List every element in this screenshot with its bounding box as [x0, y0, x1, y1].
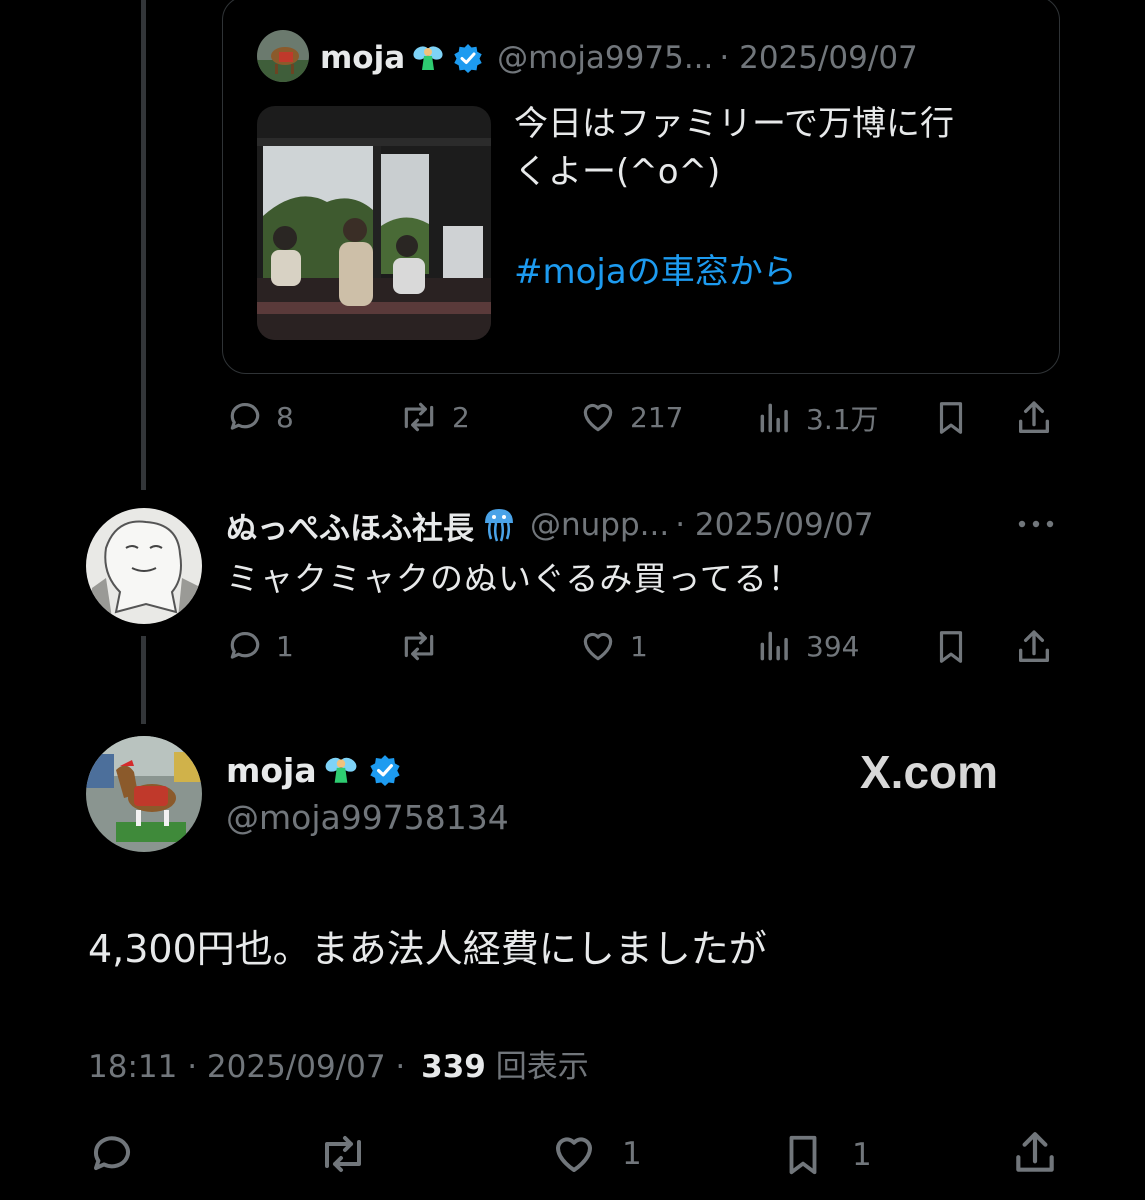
quoted-views-count: 3.1万 — [806, 403, 879, 436]
quoted-like-button[interactable]: 217 — [578, 398, 683, 436]
x-com-watermark: X.com — [860, 746, 999, 798]
like-icon — [548, 1130, 600, 1178]
bookmark-icon — [932, 627, 970, 667]
quoted-reply-count: 8 — [276, 400, 294, 434]
main-like-count: 1 — [622, 1136, 642, 1172]
verified-icon — [369, 754, 401, 786]
quoted-author-name[interactable]: moja — [320, 40, 405, 76]
reply-views-button[interactable]: 394 — [756, 627, 859, 665]
main-like-button[interactable]: 1 — [548, 1130, 642, 1178]
reply-icon — [88, 1130, 136, 1178]
reply-text: ミャクミャクのぬいぐるみ買ってる！ — [226, 559, 802, 598]
main-views-count: 339 — [421, 1049, 486, 1085]
main-author-name[interactable]: moja — [226, 751, 317, 790]
main-share-button[interactable] — [1010, 1128, 1060, 1178]
repost-icon — [398, 627, 440, 665]
reply-icon — [226, 627, 264, 665]
reply-avatar[interactable] — [86, 508, 202, 624]
quoted-author-handle[interactable]: @moja9975... — [497, 40, 713, 76]
share-icon — [1014, 627, 1054, 667]
reply-repost-button[interactable] — [398, 627, 452, 665]
quoted-date[interactable]: · 2025/09/07 — [719, 40, 917, 76]
reply-views-count: 394 — [806, 629, 860, 663]
reply-like-count: 1 — [630, 629, 648, 663]
thread-line-top — [141, 0, 146, 490]
reply-reply-button[interactable]: 1 — [226, 627, 294, 665]
main-bookmark-count: 1 — [852, 1137, 872, 1173]
reply-reply-count: 1 — [276, 629, 294, 663]
main-timestamp[interactable]: 18:11 · 2025/09/07 · — [88, 1049, 405, 1085]
reply-share-button[interactable] — [1014, 627, 1054, 667]
repost-icon — [316, 1130, 370, 1178]
verified-icon — [453, 43, 483, 73]
fairy-emoji — [411, 41, 445, 75]
reply-like-button[interactable]: 1 — [578, 627, 648, 665]
reply-author-name[interactable]: ぬっぺふほふ社長 — [226, 503, 474, 548]
quoted-media[interactable] — [257, 106, 491, 340]
views-icon — [756, 627, 794, 665]
reply-icon — [226, 398, 264, 436]
quoted-share-button[interactable] — [1014, 398, 1054, 438]
thread-line-mid — [141, 636, 146, 724]
quoted-avatar[interactable] — [257, 30, 309, 82]
views-icon — [756, 399, 794, 437]
reply-date[interactable]: · 2025/09/07 — [675, 507, 873, 543]
quoted-like-count: 217 — [630, 400, 684, 434]
main-tweet-text: 4,300円也。まあ法人経費にしましたが — [88, 927, 767, 971]
share-icon — [1014, 398, 1054, 438]
main-author-handle[interactable]: @moja99758134 — [226, 796, 509, 840]
quoted-repost-count: 2 — [452, 400, 470, 434]
main-repost-button[interactable] — [316, 1130, 382, 1178]
share-icon — [1010, 1128, 1060, 1178]
quoted-views-button[interactable]: 3.1万 — [756, 398, 879, 438]
quoted-hashtag[interactable]: #mojaの車窓から — [514, 248, 954, 296]
reply-author-handle[interactable]: @nupp... — [530, 507, 669, 543]
main-views-label: 回表示 — [495, 1049, 589, 1085]
quoted-bookmark-button[interactable] — [932, 398, 970, 438]
bookmark-icon — [932, 398, 970, 438]
jellyfish-emoji — [482, 507, 516, 543]
repost-icon — [398, 398, 440, 436]
main-avatar[interactable] — [86, 736, 202, 852]
quoted-text-line1: 今日はファミリーで万博に行 — [514, 104, 954, 144]
quoted-repost-button[interactable]: 2 — [398, 398, 470, 436]
bookmark-icon — [780, 1130, 826, 1180]
quoted-text-line2: くよー(^o^) — [514, 152, 721, 192]
main-bookmark-button[interactable]: 1 — [780, 1130, 872, 1180]
more-icon[interactable] — [1016, 516, 1056, 532]
fairy-emoji — [323, 752, 359, 788]
reply-bookmark-button[interactable] — [932, 627, 970, 667]
main-reply-button[interactable] — [88, 1130, 148, 1178]
like-icon — [578, 627, 618, 665]
like-icon — [578, 398, 618, 436]
quoted-reply-button[interactable]: 8 — [226, 398, 294, 436]
